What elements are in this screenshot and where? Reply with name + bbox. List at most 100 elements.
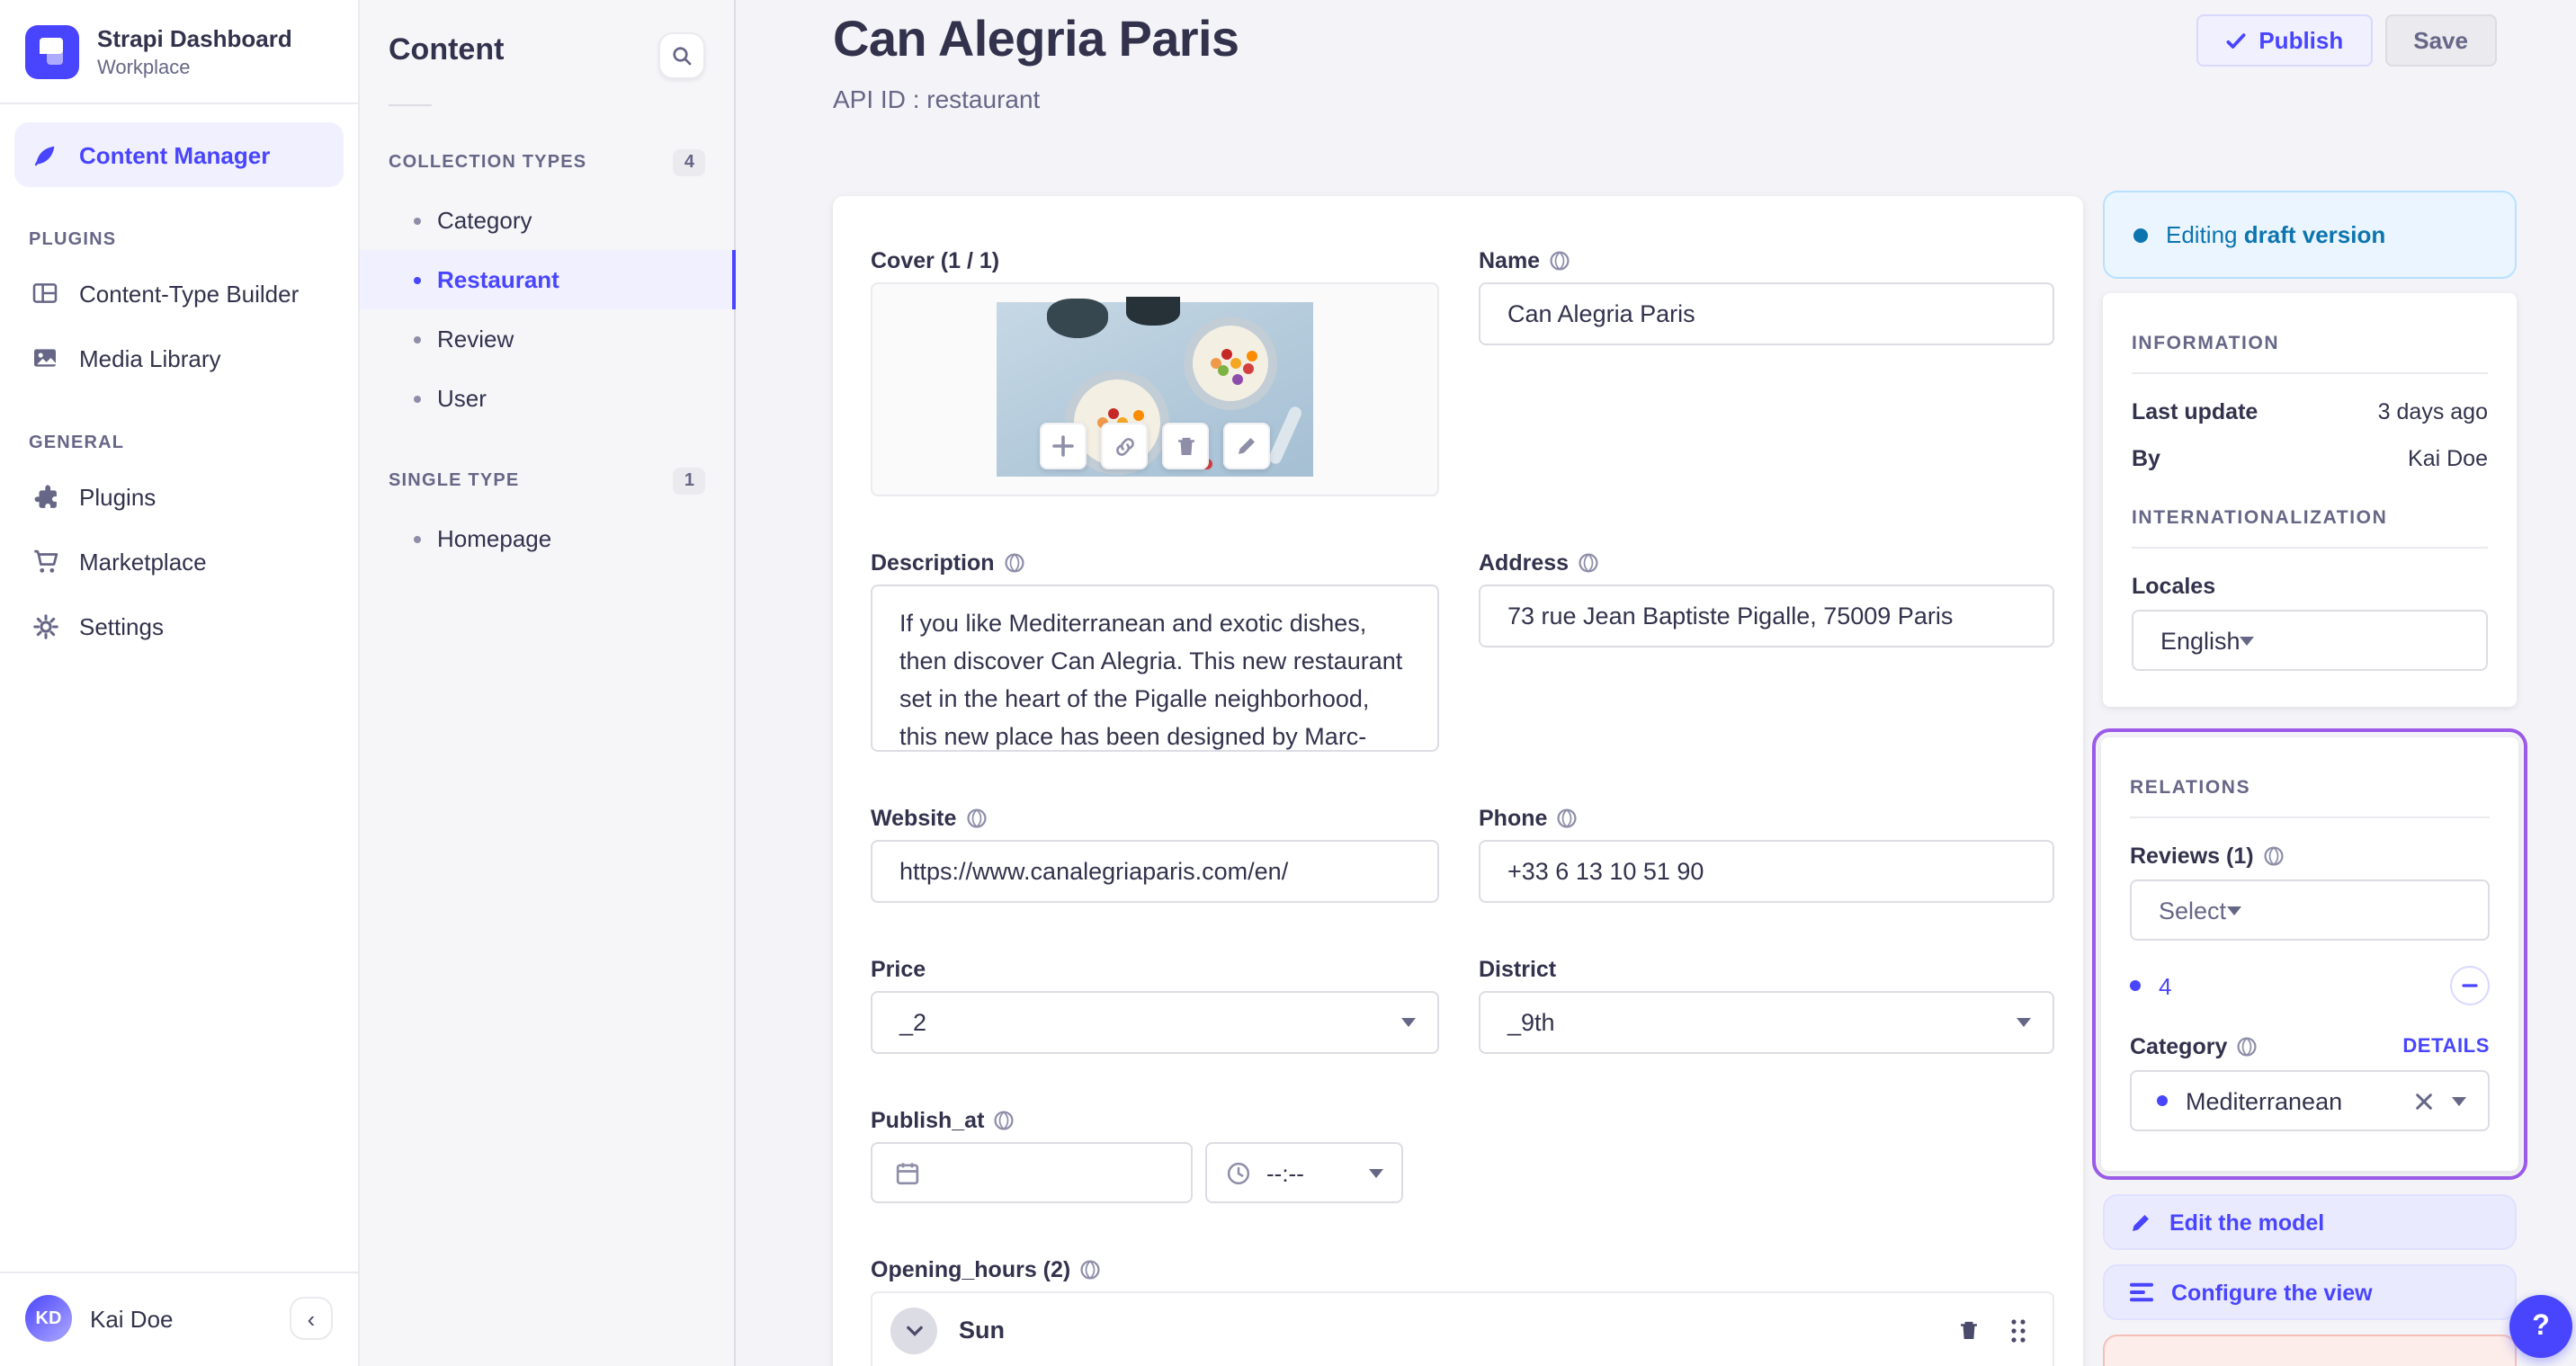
main-sidebar: Strapi Dashboard Workplace Content Manag… — [0, 0, 360, 1366]
remove-relation-button[interactable] — [2450, 966, 2490, 1005]
review-relation-item[interactable]: 4 — [2159, 972, 2450, 999]
opening-hours-field: Opening_hours (2) Sun — [871, 1257, 2054, 1366]
sidebar-item-label: Settings — [79, 612, 164, 639]
save-button[interactable]: Save — [2384, 14, 2497, 67]
add-asset-button[interactable] — [1040, 423, 1087, 469]
clock-icon — [1225, 1159, 1252, 1186]
delete-asset-button[interactable] — [1162, 423, 1209, 469]
address-input[interactable] — [1479, 585, 2054, 647]
sidebar-item-plugins[interactable]: Plugins — [14, 464, 344, 529]
delete-entry-button[interactable] — [2103, 1335, 2517, 1366]
description-textarea[interactable]: If you like Mediterranean and exotic dis… — [871, 585, 1439, 752]
locale-select[interactable]: English — [2132, 610, 2488, 671]
edit-model-button[interactable]: Edit the model — [2103, 1194, 2517, 1250]
trash-icon[interactable] — [1957, 1317, 1981, 1343]
details-link[interactable]: DETAILS — [2402, 1036, 2490, 1058]
reviews-placeholder: Select — [2159, 897, 2227, 924]
copy-link-button[interactable] — [1101, 423, 1148, 469]
sidebar-item-label: Content-Type Builder — [79, 280, 300, 307]
subnav-item-homepage[interactable]: Homepage — [360, 509, 734, 568]
edit-model-label: Edit the model — [2169, 1210, 2325, 1235]
puzzle-icon — [29, 480, 61, 513]
relations-card: RELATIONS Reviews (1) Select 4 Category … — [2101, 737, 2518, 1171]
save-label: Save — [2413, 27, 2468, 54]
link-icon — [1113, 434, 1136, 458]
subnav-item-category[interactable]: Category — [360, 191, 734, 250]
draft-bold: draft version — [2243, 221, 2386, 248]
close-icon[interactable] — [2414, 1091, 2434, 1111]
by-label: By — [2132, 446, 2160, 471]
chevron-down-icon — [2017, 1018, 2031, 1027]
content-type-builder-icon — [29, 277, 61, 309]
globe-icon — [1549, 250, 1570, 272]
editing-draft-banner: Editing draft version — [2103, 191, 2517, 279]
brand[interactable]: Strapi Dashboard Workplace — [0, 0, 358, 103]
sidebar-section-general: GENERAL — [29, 433, 125, 453]
strapi-app: Strapi Dashboard Workplace Content Manag… — [0, 0, 2576, 1366]
website-input[interactable] — [871, 840, 1439, 903]
publish-at-date-input[interactable] — [871, 1142, 1193, 1203]
relation-dot — [2157, 1095, 2168, 1106]
sidebar-item-settings[interactable]: Settings — [14, 594, 344, 658]
bullet-dot — [414, 217, 421, 224]
subnav-item-label: Restaurant — [437, 266, 559, 293]
expand-row-button[interactable] — [890, 1307, 937, 1353]
subnav-item-restaurant[interactable]: Restaurant — [360, 250, 736, 309]
price-value: _2 — [899, 1009, 927, 1036]
main-content: Can Alegria Paris API ID : restaurant Pu… — [736, 0, 2576, 1366]
subnav-item-user[interactable]: User — [360, 369, 734, 428]
collapse-sidebar-button[interactable]: ‹ — [290, 1297, 333, 1340]
content-subnav: Content COLLECTION TYPES 4 Category Rest… — [360, 0, 736, 1366]
publish-at-time-input[interactable]: --:-- — [1205, 1142, 1403, 1203]
configure-view-button[interactable]: Configure the view — [2103, 1264, 2517, 1320]
relation-dot — [2130, 980, 2141, 991]
opening-hours-row-sun[interactable]: Sun — [872, 1293, 2053, 1366]
divider — [2132, 547, 2488, 549]
district-value: _9th — [1507, 1009, 1555, 1036]
help-button[interactable]: ? — [2509, 1295, 2572, 1358]
reviews-select[interactable]: Select — [2130, 879, 2490, 941]
search-button[interactable] — [658, 32, 705, 79]
relations-highlight-outline: RELATIONS Reviews (1) Select 4 Category … — [2092, 728, 2527, 1180]
sidebar-item-marketplace[interactable]: Marketplace — [14, 529, 344, 594]
category-select[interactable]: Mediterranean — [2130, 1070, 2490, 1131]
subnav-item-review[interactable]: Review — [360, 309, 734, 369]
internationalization-heading: INTERNATIONALIZATION — [2132, 507, 2388, 529]
configure-view-label: Configure the view — [2171, 1280, 2373, 1305]
draft-prefix: Editing — [2166, 221, 2238, 248]
category-label: Category — [2130, 1034, 2228, 1059]
sidebar-section-plugins: PLUGINS — [29, 230, 117, 250]
sidebar-item-label: Marketplace — [79, 548, 207, 575]
pencil-icon — [2130, 1211, 2151, 1233]
last-update-value: 3 days ago — [2377, 399, 2488, 424]
bullet-dot — [414, 395, 421, 402]
divider — [2130, 817, 2490, 818]
single-type-count-badge: 1 — [673, 468, 705, 495]
subnav-item-label: Homepage — [437, 525, 552, 552]
drag-handle-icon[interactable] — [2009, 1317, 2027, 1343]
sidebar-item-content-manager[interactable]: Content Manager — [14, 122, 344, 187]
sidebar-item-content-type-builder[interactable]: Content-Type Builder — [14, 261, 344, 326]
district-select[interactable]: _9th — [1479, 991, 2054, 1054]
name-input[interactable] — [1479, 282, 2054, 345]
opening-hours-row-label: Sun — [959, 1317, 1005, 1344]
divider — [389, 104, 432, 106]
page-title: Can Alegria Paris — [833, 11, 1239, 67]
check-icon — [2224, 30, 2246, 51]
phone-input[interactable] — [1479, 840, 2054, 903]
edit-asset-button[interactable] — [1223, 423, 1270, 469]
website-field: Website — [871, 806, 1439, 903]
chevron-down-icon — [2452, 1096, 2466, 1105]
media-library-icon — [29, 342, 61, 374]
bullet-dot — [414, 535, 421, 542]
globe-icon — [965, 808, 987, 829]
address-label: Address — [1479, 550, 1570, 576]
right-panel: Editing draft version INFORMATION Last u… — [2092, 191, 2527, 1366]
user-name: Kai Doe — [90, 1305, 174, 1332]
price-select[interactable]: _2 — [871, 991, 1439, 1054]
publish-button[interactable]: Publish — [2196, 14, 2373, 67]
sidebar-item-media-library[interactable]: Media Library — [14, 326, 344, 390]
plus-icon — [1052, 435, 1074, 457]
cover-dropzone[interactable] — [871, 282, 1439, 496]
brand-title: Strapi Dashboard — [97, 25, 292, 53]
